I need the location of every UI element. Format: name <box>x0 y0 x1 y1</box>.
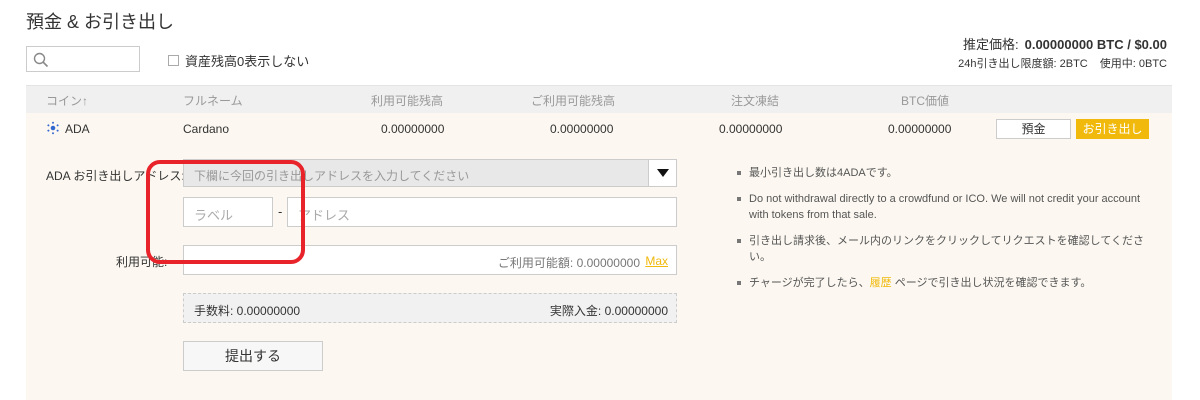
address-label: ADA お引き出しアドレス: <box>46 169 185 183</box>
estimated-amount: 0.00000000 BTC / $0.00 <box>1024 37 1167 52</box>
ada-coin-icon <box>47 121 59 135</box>
withdraw-limit: 24h引き出し限度額: 2BTC 使用中: 0BTC <box>958 55 1167 71</box>
header-fullname: フルネーム <box>183 94 243 108</box>
caret-down-icon <box>657 169 669 177</box>
available-balance: 0.00000000 <box>381 122 445 136</box>
available-amount-text: ご利用可能額: 0.00000000 <box>497 256 640 270</box>
page-title: 預金 & お引き出し <box>26 12 175 32</box>
header-frozen: 注文凍結 <box>731 94 780 108</box>
estimated-label: 推定価格: <box>962 37 1019 52</box>
coin-symbol: ADA <box>65 122 90 136</box>
coin-fullname: Cardano <box>183 122 230 136</box>
address-dropdown-toggle[interactable] <box>648 160 676 186</box>
header-btc-value: BTC価値 <box>901 94 950 108</box>
notes-list: 最小引き出し数は4ADAです。 Do not withdrawal direct… <box>731 165 1151 301</box>
fee-text: 手数料: 0.00000000 <box>194 304 301 318</box>
hide-zero-toggle[interactable]: 資産残高0表示しない <box>168 51 309 70</box>
limit-text: 24h引き出し限度額: 2BTC <box>958 58 1088 70</box>
note-history-pre: チャージが完了したら、 <box>749 277 870 289</box>
note-crowdfund: Do not withdrawal directly to a crowdfun… <box>731 191 1151 223</box>
hide-zero-label: 資産残高0表示しない <box>185 54 310 69</box>
address-input[interactable]: アドレス <box>287 197 677 227</box>
max-link[interactable]: Max <box>645 254 668 268</box>
search-input[interactable] <box>53 50 137 68</box>
net-amount-text: 実際入金: 0.00000000 <box>549 304 668 318</box>
submit-button[interactable]: 提出する <box>183 341 323 371</box>
available-balance-2: 0.00000000 <box>550 122 614 136</box>
address-select-placeholder: 下欄に今回の引き出しアドレスを入力してください <box>194 169 470 183</box>
withdraw-button[interactable]: お引き出し <box>1076 119 1149 139</box>
estimated-value: 推定価格: 0.00000000 BTC / $0.00 <box>963 34 1167 53</box>
note-email-confirm: 引き出し請求後、メール内のリンクをクリックしてリクエストを確認してください。 <box>731 233 1151 265</box>
note-min-withdraw: 最小引き出し数は4ADAです。 <box>731 165 1151 181</box>
address-select[interactable]: 下欄に今回の引き出しアドレスを入力してください <box>183 159 677 187</box>
amount-label: 利用可能: <box>116 255 168 269</box>
header-available2: ご利用可能残高 <box>531 94 616 108</box>
used-text: 使用中: 0BTC <box>1099 58 1167 70</box>
frozen-balance: 0.00000000 <box>719 122 783 136</box>
search-box[interactable] <box>26 46 140 72</box>
note-history: チャージが完了したら、履歴 ページで引き出し状況を確認できます。 <box>731 275 1151 291</box>
header-coin[interactable]: コイン↑ <box>46 92 88 109</box>
history-link[interactable]: 履歴 <box>870 277 892 289</box>
hide-zero-checkbox[interactable] <box>168 55 179 66</box>
table-header: コイン↑ フルネーム 利用可能残高 ご利用可能残高 注文凍結 BTC価値 <box>26 85 1172 113</box>
coin-row-panel: ADA Cardano 0.00000000 0.00000000 0.0000… <box>26 113 1172 400</box>
btc-value: 0.00000000 <box>888 122 952 136</box>
fee-summary: 手数料: 0.00000000 実際入金: 0.00000000 <box>183 293 677 323</box>
note-history-post: ページで引き出し状況を確認できます。 <box>891 277 1092 289</box>
amount-input[interactable]: ご利用可能額: 0.00000000 Max <box>183 245 677 275</box>
label-input[interactable]: ラベル <box>183 197 273 227</box>
search-icon <box>33 52 49 68</box>
deposit-button[interactable]: 預金 <box>996 119 1071 139</box>
label-address-separator: - <box>278 204 283 219</box>
header-available: 利用可能残高 <box>371 94 444 108</box>
